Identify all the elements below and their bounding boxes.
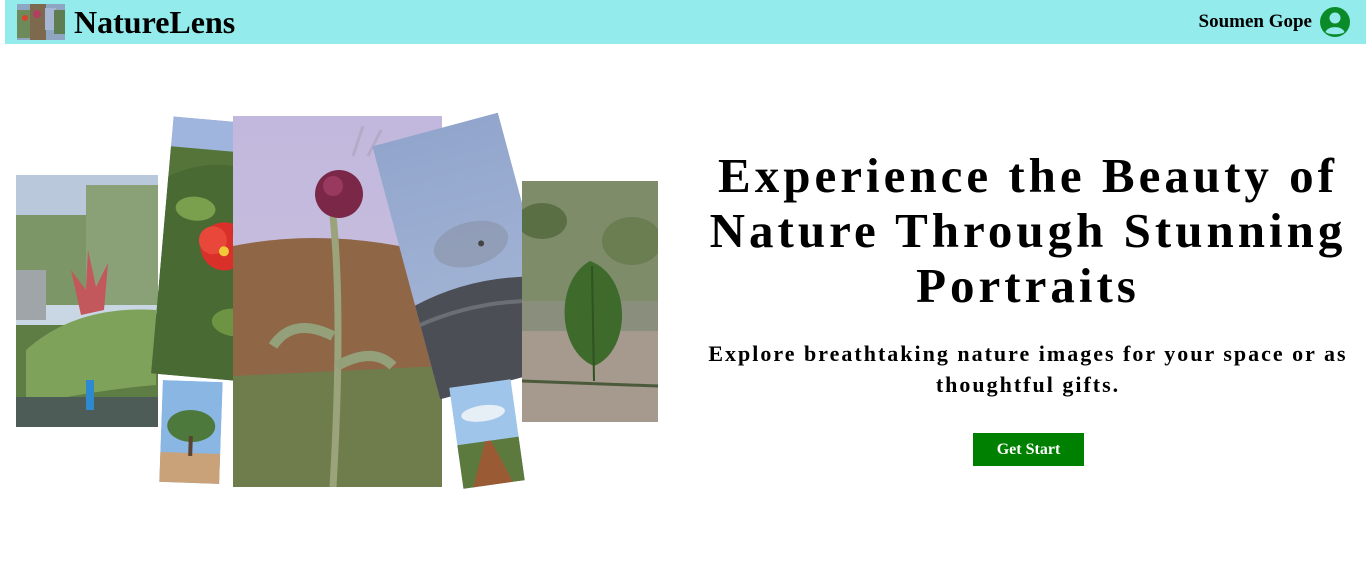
lone-tree-photo [159,379,223,485]
green-leaf-photo [522,181,658,422]
dirt-road-photo [449,379,525,489]
collage-logo-icon[interactable] [17,4,65,40]
brand-title[interactable]: NatureLens [74,4,235,40]
user-name[interactable]: Soumen Gope [1199,11,1313,33]
user-circle-icon[interactable] [1319,6,1351,38]
hero-title: Experience the Beauty of Nature Through … [709,148,1347,313]
top-navbar: NatureLens Soumen Gope [5,0,1366,44]
photo-collage [0,100,680,500]
get-start-button[interactable]: Get Start [973,433,1084,466]
hero-subtitle: Explore breathtaking nature images for y… [708,341,1348,397]
succulent-flower-photo [16,175,158,427]
